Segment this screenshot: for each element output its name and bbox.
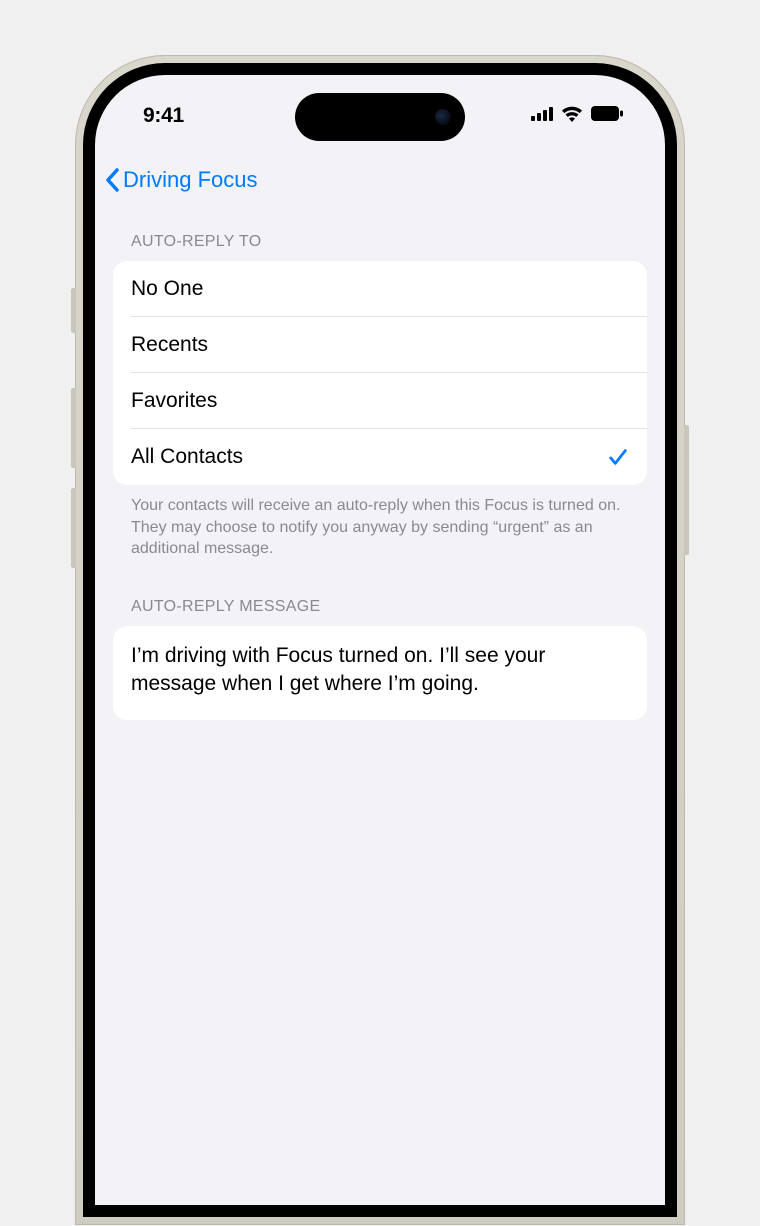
option-favorites[interactable]: Favorites [113, 373, 647, 429]
cellular-icon [531, 107, 553, 126]
auto-reply-to-footer: Your contacts will receive an auto-reply… [113, 485, 647, 560]
option-label: Favorites [131, 389, 217, 413]
status-time: 9:41 [143, 104, 184, 128]
mute-switch [71, 288, 76, 333]
nav-bar: Driving Focus [95, 155, 665, 205]
power-button [684, 425, 689, 555]
chevron-left-icon [105, 168, 119, 192]
auto-reply-to-header: Auto-Reply To [113, 225, 647, 261]
iphone-frame: 9:41 Driving Focus [75, 55, 685, 1225]
auto-reply-message-text: I’m driving with Focus turned on. I’ll s… [131, 644, 545, 695]
checkmark-icon [607, 446, 629, 468]
battery-icon [591, 106, 623, 126]
iphone-bezel: 9:41 Driving Focus [83, 63, 677, 1217]
content: Auto-Reply To No One Recents Favorites [95, 225, 665, 1205]
wifi-icon [561, 106, 583, 127]
option-label: All Contacts [131, 445, 243, 469]
option-all-contacts[interactable]: All Contacts [113, 429, 647, 485]
volume-down-button [71, 488, 76, 568]
screen: 9:41 Driving Focus [95, 75, 665, 1205]
front-camera [435, 109, 451, 125]
back-label: Driving Focus [123, 167, 257, 193]
option-label: Recents [131, 333, 208, 357]
option-label: No One [131, 277, 203, 301]
option-no-one[interactable]: No One [113, 261, 647, 317]
dynamic-island [295, 93, 465, 141]
auto-reply-to-list: No One Recents Favorites All Contacts [113, 261, 647, 485]
volume-up-button [71, 388, 76, 468]
status-icons [531, 106, 623, 127]
back-button[interactable]: Driving Focus [105, 167, 257, 193]
auto-reply-message-header: Auto-Reply Message [113, 590, 647, 626]
option-recents[interactable]: Recents [113, 317, 647, 373]
auto-reply-message-field[interactable]: I’m driving with Focus turned on. I’ll s… [113, 626, 647, 721]
